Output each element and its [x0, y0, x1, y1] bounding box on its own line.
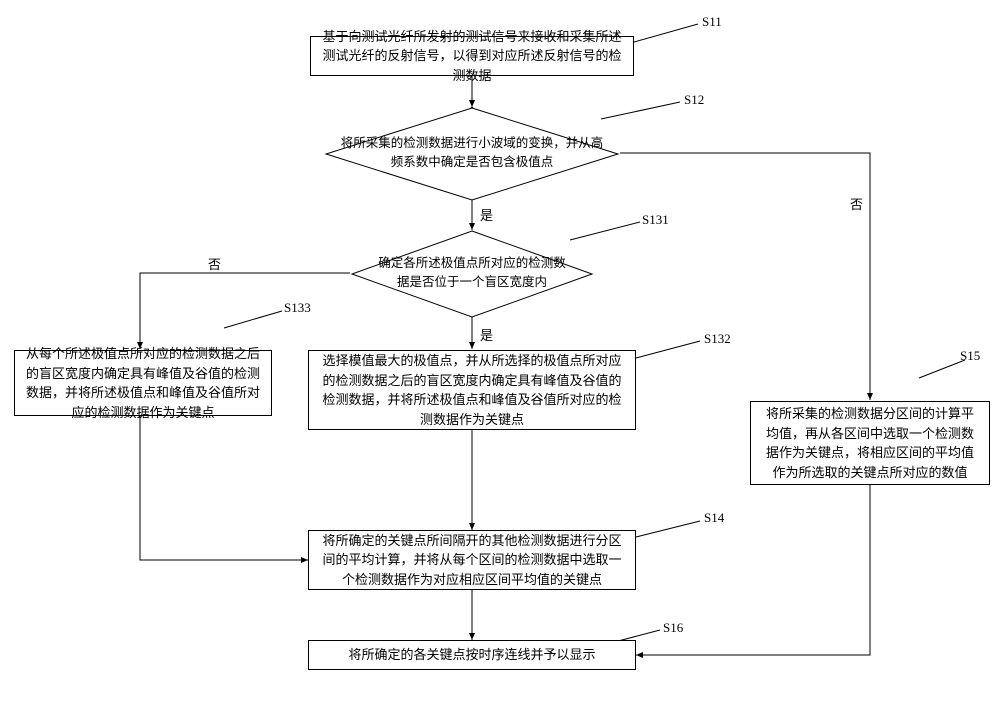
node-s133: 从每个所述极值点所对应的检测数据之后的盲区宽度内确定具有峰值及谷值的检测数据，并… — [14, 350, 272, 416]
node-text: 将所采集的检测数据分区间的计算平均值，再从各区间中选取一个检测数据作为关键点，将… — [761, 404, 979, 482]
node-text: 将所确定的关键点所间隔开的其他检测数据进行分区间的平均计算，并将从每个区间的检测… — [319, 531, 625, 590]
node-s131-diamond — [350, 229, 594, 319]
node-text: 从每个所述极值点所对应的检测数据之后的盲区宽度内确定具有峰值及谷值的检测数据，并… — [25, 344, 261, 422]
label-s11: S11 — [702, 14, 722, 30]
label-s16: S16 — [663, 620, 683, 636]
label-s131: S131 — [642, 212, 669, 228]
node-s16: 将所确定的各关键点按时序连线并予以显示 — [308, 640, 636, 670]
edge-yes-s12: 是 — [480, 205, 493, 224]
node-s11: 基于向测试光纤所发射的测试信号来接收和采集所述测试光纤的反射信号，以得到对应所述… — [310, 36, 634, 76]
label-s133: S133 — [284, 300, 311, 316]
label-s132: S132 — [704, 331, 731, 347]
node-s15: 将所采集的检测数据分区间的计算平均值，再从各区间中选取一个检测数据作为关键点，将… — [750, 401, 990, 485]
node-s12-diamond — [324, 106, 620, 202]
label-s15: S15 — [960, 348, 980, 364]
edge-no-s131: 否 — [208, 254, 221, 273]
edge-yes-s131: 是 — [480, 325, 493, 344]
node-s14: 将所确定的关键点所间隔开的其他检测数据进行分区间的平均计算，并将从每个区间的检测… — [308, 530, 636, 590]
label-s14: S14 — [704, 510, 724, 526]
node-text: 将所确定的各关键点按时序连线并予以显示 — [348, 645, 595, 665]
edge-no-s12: 否 — [850, 194, 863, 213]
node-s132: 选择模值最大的极值点，并从所选择的极值点所对应的检测数据之后的盲区宽度内确定具有… — [308, 350, 636, 430]
node-text: 选择模值最大的极值点，并从所选择的极值点所对应的检测数据之后的盲区宽度内确定具有… — [319, 351, 625, 429]
node-text: 基于向测试光纤所发射的测试信号来接收和采集所述测试光纤的反射信号，以得到对应所述… — [321, 27, 623, 86]
label-s12: S12 — [684, 92, 704, 108]
